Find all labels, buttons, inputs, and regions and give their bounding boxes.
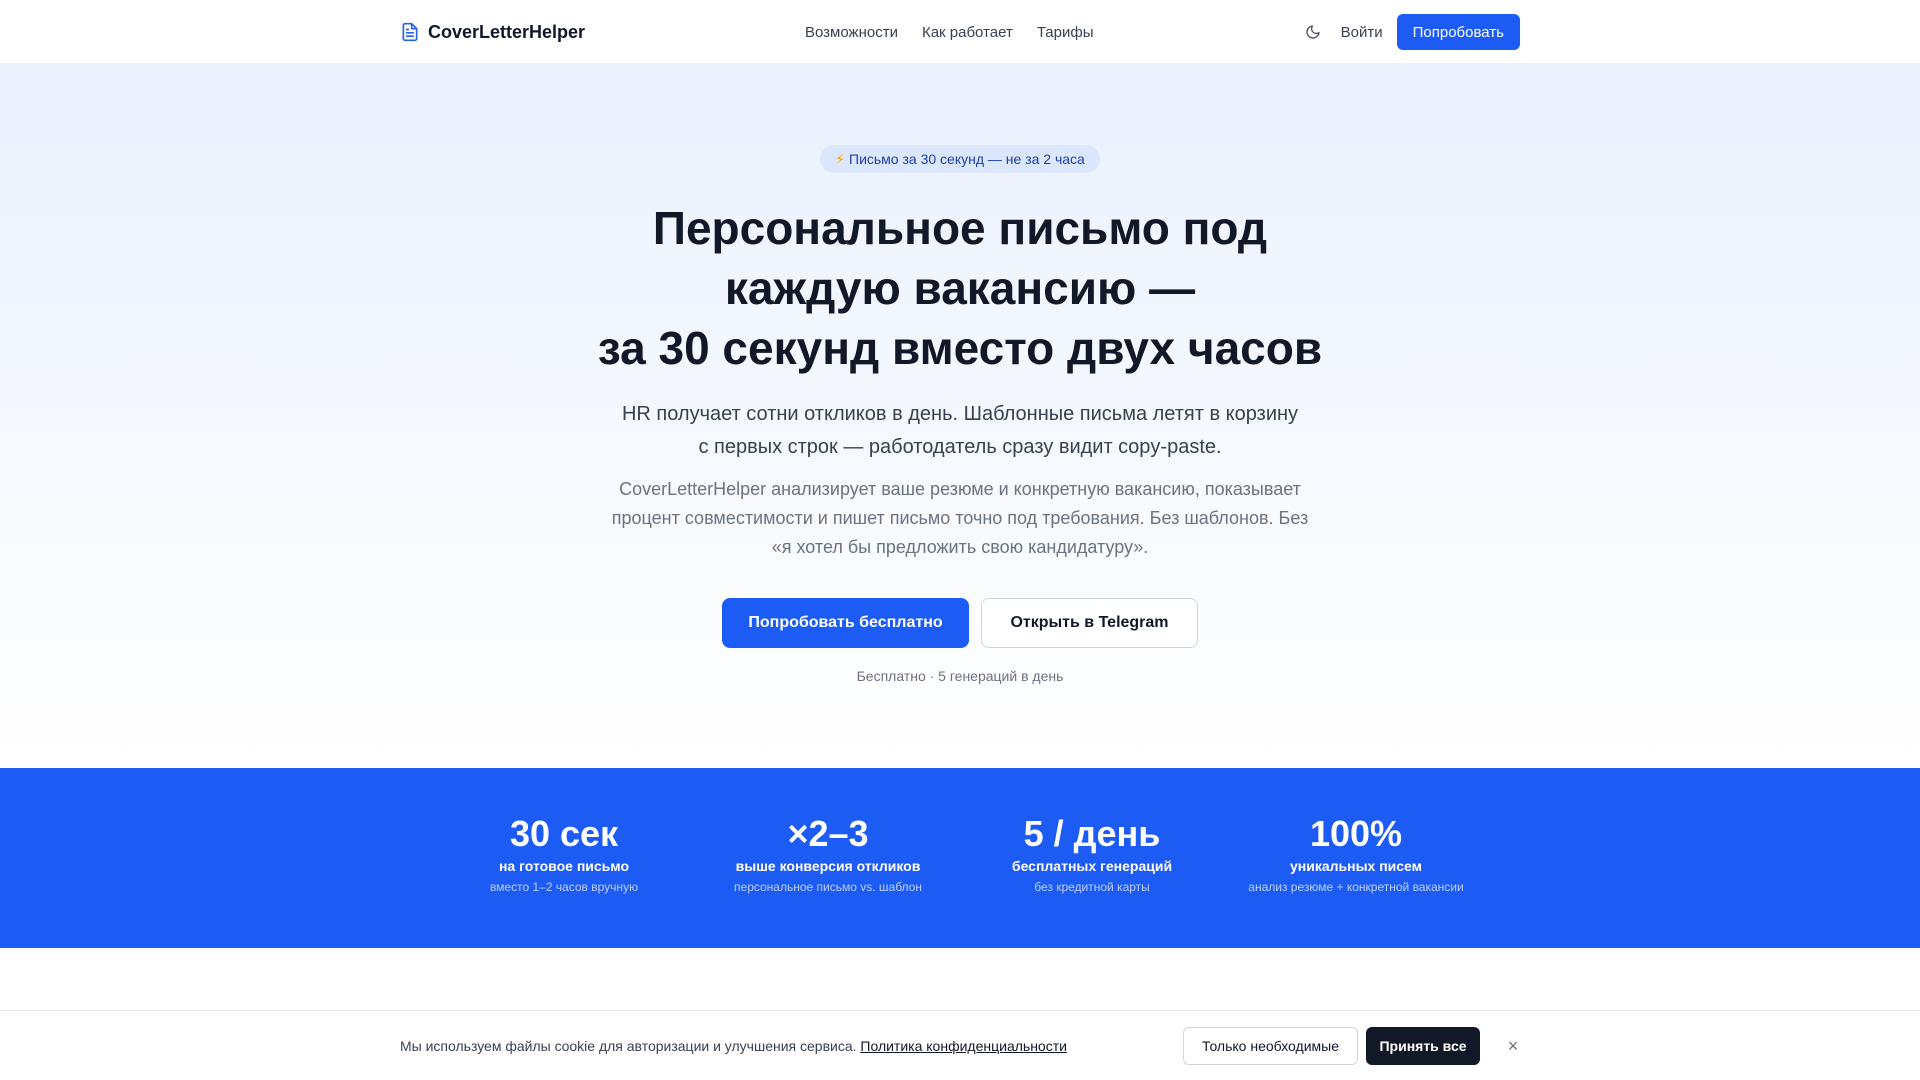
- hero-description: CoverLetterHelper анализирует ваше резюм…: [611, 479, 1309, 557]
- stat-item: 5 / день бесплатных генераций без кредит…: [972, 812, 1212, 894]
- try-free-button[interactable]: Попробовать бесплатно: [722, 598, 969, 648]
- stat-description: без кредитной карты: [1034, 880, 1150, 894]
- stat-item: ×2–3 выше конверсия откликов персонально…: [708, 812, 948, 894]
- hero-title-line: за 30 секунд вместо двух часов: [597, 322, 1323, 374]
- stat-description: анализ резюме + конкретной вакансии: [1248, 880, 1464, 894]
- accept-all-button[interactable]: Принять все: [1366, 1027, 1480, 1065]
- nav-item-features[interactable]: Возможности: [805, 24, 898, 41]
- moon-icon: [1306, 25, 1320, 39]
- document-icon: [400, 22, 420, 42]
- header-actions: Войти Попробовать: [1299, 14, 1520, 50]
- stat-label: на готовое письмо: [498, 858, 630, 874]
- header-container: CoverLetterHelper Возможности Как работа…: [400, 0, 1520, 64]
- open-telegram-button[interactable]: Открыть в Telegram: [981, 598, 1198, 648]
- stat-value: 30 сек: [509, 813, 619, 854]
- try-button[interactable]: Попробовать: [1396, 14, 1520, 50]
- cta-row: Попробовать бесплатно Открыть в Telegram: [722, 598, 1198, 648]
- main-nav: Возможности Как работает Тарифы: [805, 24, 1094, 41]
- stat-value: 5 / день: [1023, 813, 1161, 854]
- stat-description: персональное письмо vs. шаблон: [734, 880, 922, 894]
- lightning-icon: ⚡: [835, 150, 845, 167]
- nav-item-pricing[interactable]: Тарифы: [1037, 24, 1094, 41]
- nav-item-how-it-works[interactable]: Как работает: [922, 24, 1013, 41]
- brand-name: CoverLetterHelper: [428, 21, 586, 42]
- privacy-policy-link[interactable]: Политика конфиденциальности: [860, 1038, 1067, 1054]
- hero-title-line: каждую вакансию —: [724, 262, 1196, 314]
- hero-lead: HR получает сотни откликов в день. Шабло…: [621, 403, 1299, 458]
- stat-item: 30 сек на готовое письмо вместо 1–2 часо…: [444, 812, 684, 894]
- cookie-text: Мы используем файлы cookie для авторизац…: [400, 1038, 1067, 1054]
- stat-description: вместо 1–2 часов вручную: [489, 880, 639, 894]
- free-note: Бесплатно · 5 генераций в день: [856, 668, 1064, 684]
- cookie-message: Мы используем файлы cookie для авторизац…: [400, 1038, 861, 1054]
- hero-title: Персональное письмо под каждую вакансию …: [560, 198, 1360, 378]
- hero-badge: ⚡ Письмо за 30 секунд — не за 2 часа: [820, 145, 1100, 173]
- stat-label: уникальных писем: [1289, 858, 1423, 874]
- close-icon[interactable]: ×: [1502, 1035, 1524, 1057]
- theme-toggle-button[interactable]: [1299, 18, 1327, 46]
- necessary-only-button[interactable]: Только необходимые: [1183, 1027, 1358, 1065]
- stats-band: 30 сек на готовое письмо вместо 1–2 часо…: [0, 768, 1920, 948]
- stat-label: выше конверсия откликов: [735, 858, 921, 874]
- hero-section: ⚡ Письмо за 30 секунд — не за 2 часа Пер…: [0, 64, 1920, 768]
- site-header: CoverLetterHelper Возможности Как работа…: [0, 0, 1920, 64]
- stat-item: 100% уникальных писем анализ резюме + ко…: [1236, 812, 1476, 894]
- login-link[interactable]: Войти: [1337, 24, 1387, 41]
- brand-logo[interactable]: CoverLetterHelper: [400, 22, 585, 43]
- stat-value: 100%: [1309, 813, 1403, 854]
- stat-label: бесплатных генераций: [1011, 858, 1173, 874]
- stat-value: ×2–3: [787, 813, 869, 854]
- badge-text: Письмо за 30 секунд — не за 2 часа: [849, 151, 1085, 167]
- hero-title-line: Персональное письмо под: [652, 202, 1268, 254]
- cookie-banner: Мы используем файлы cookie для авторизац…: [0, 1010, 1920, 1080]
